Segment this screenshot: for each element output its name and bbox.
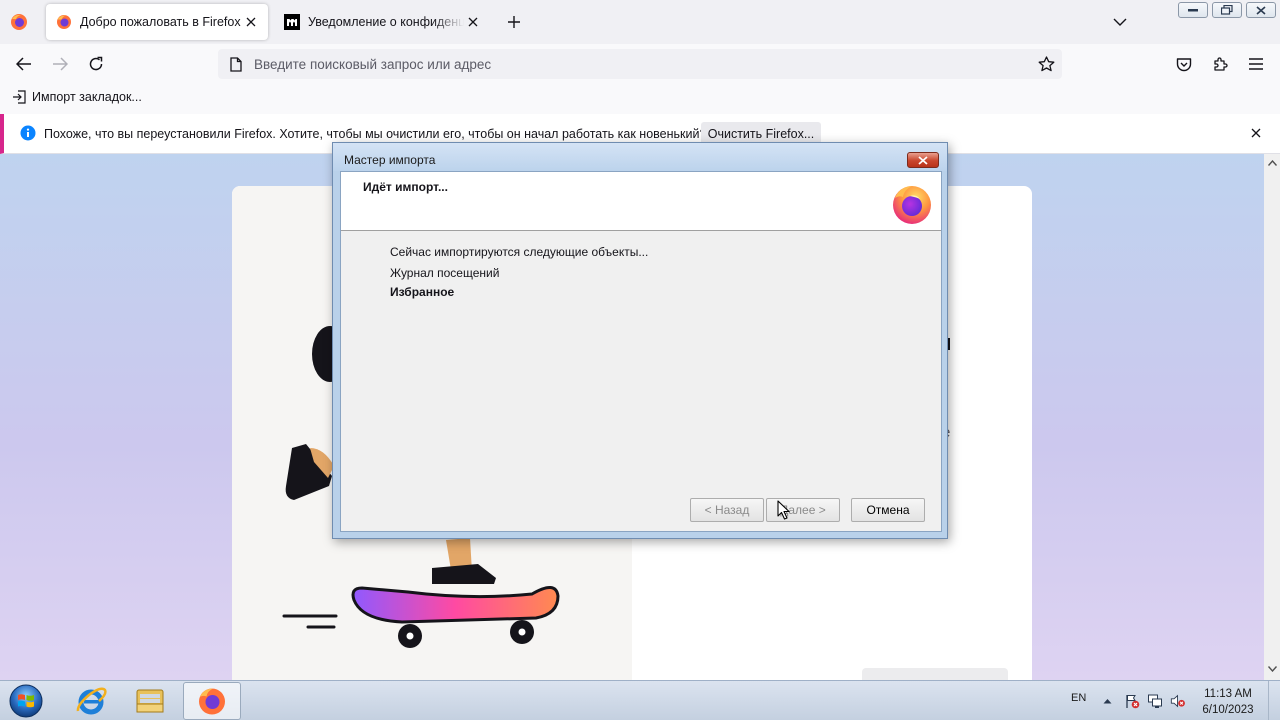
import-wizard-dialog: Мастер импорта Идёт импорт... Сейчас имп… [332,142,948,539]
notification-message: Похоже, что вы переустановили Firefox. Х… [44,127,707,141]
window-close-button[interactable] [1246,2,1276,18]
import-bookmarks-label: Импорт закладок... [32,90,142,104]
volume-muted-icon[interactable] [1170,693,1186,709]
wizard-header: Идёт импорт... [341,172,941,231]
url-input[interactable] [254,56,1014,72]
info-icon [20,125,36,141]
import-bookmarks-button[interactable]: Импорт закладок... [12,90,142,104]
minimize-button[interactable] [1178,2,1208,18]
bookmark-star-icon[interactable] [1036,54,1056,74]
internet-explorer-icon[interactable] [62,682,120,720]
close-icon[interactable] [464,13,482,31]
page-scrollbar[interactable] [1264,154,1280,680]
firefox-taskbar-button[interactable] [183,682,241,720]
clock-time: 11:13 AM [1204,688,1252,700]
bookmarks-toolbar: Импорт закладок... [0,84,1280,114]
tab-title: Добро пожаловать в Firefox [80,15,241,29]
firefox-icon [197,686,227,716]
back-arrow-icon[interactable] [12,52,36,76]
tab-title: Уведомление о конфиденциальности [308,15,464,29]
navigation-toolbar [0,44,1280,84]
reload-icon[interactable] [84,52,108,76]
language-indicator[interactable]: EN [1071,692,1086,704]
import-icon [12,90,26,104]
close-icon[interactable] [242,13,260,31]
tab-strip: Добро пожаловать в Firefox Уведомление о… [0,0,1280,44]
forward-arrow-icon[interactable] [48,52,72,76]
file-explorer-icon[interactable] [122,682,180,720]
back-button[interactable]: < Назад [690,498,764,522]
import-item-favorites: Избранное [390,285,455,299]
pocket-icon[interactable] [1172,52,1196,76]
system-clock[interactable]: 11:13 AM 6/10/2023 [1196,686,1260,718]
firefox-logo-icon [890,182,934,226]
window-controls [1178,2,1276,18]
mouse-cursor-icon [777,500,791,520]
tab-welcome[interactable]: Добро пожаловать в Firefox [46,4,268,40]
hamburger-menu-icon[interactable] [1244,52,1268,76]
action-center-flag-icon[interactable] [1124,693,1140,709]
dialog-close-button[interactable] [907,152,939,168]
header-edge [938,172,941,204]
url-bar[interactable] [218,49,1062,79]
restore-button[interactable] [1212,2,1242,18]
show-hidden-icons-arrow-icon[interactable] [1099,693,1115,709]
secondary-button[interactable] [862,668,1008,680]
import-item-history: Журнал посещений [390,266,500,280]
chevron-down-icon[interactable] [1110,12,1130,32]
plus-icon[interactable] [504,12,524,32]
extensions-icon[interactable] [1208,52,1232,76]
show-desktop-button[interactable] [1268,681,1280,720]
firefox-icon [56,14,72,30]
page-icon [228,56,244,72]
dialog-client-area: Идёт импорт... Сейчас импортируются след… [340,171,942,532]
mozilla-m-icon [284,14,300,30]
windows-taskbar: EN 11:13 AM 6/10/2023 [0,680,1280,720]
network-icon[interactable] [1147,693,1163,709]
scroll-up-arrow-icon[interactable] [1267,158,1277,168]
start-button[interactable] [4,681,48,720]
clock-date: 6/10/2023 [1202,704,1254,716]
cancel-button[interactable]: Отмена [851,498,925,522]
import-status-line: Сейчас импортируются следующие объекты..… [390,245,649,259]
dialog-title: Мастер импорта [344,153,436,167]
tab-privacy-notice[interactable]: Уведомление о конфиденциальности [274,4,490,40]
dialog-titlebar[interactable]: Мастер импорта [333,143,947,171]
firefox-view-icon[interactable] [10,13,28,31]
wizard-heading: Идёт импорт... [363,180,448,194]
scroll-down-arrow-icon[interactable] [1267,664,1277,674]
wizard-body: Сейчас импортируются следующие объекты..… [341,232,941,532]
close-icon[interactable] [1248,125,1264,141]
